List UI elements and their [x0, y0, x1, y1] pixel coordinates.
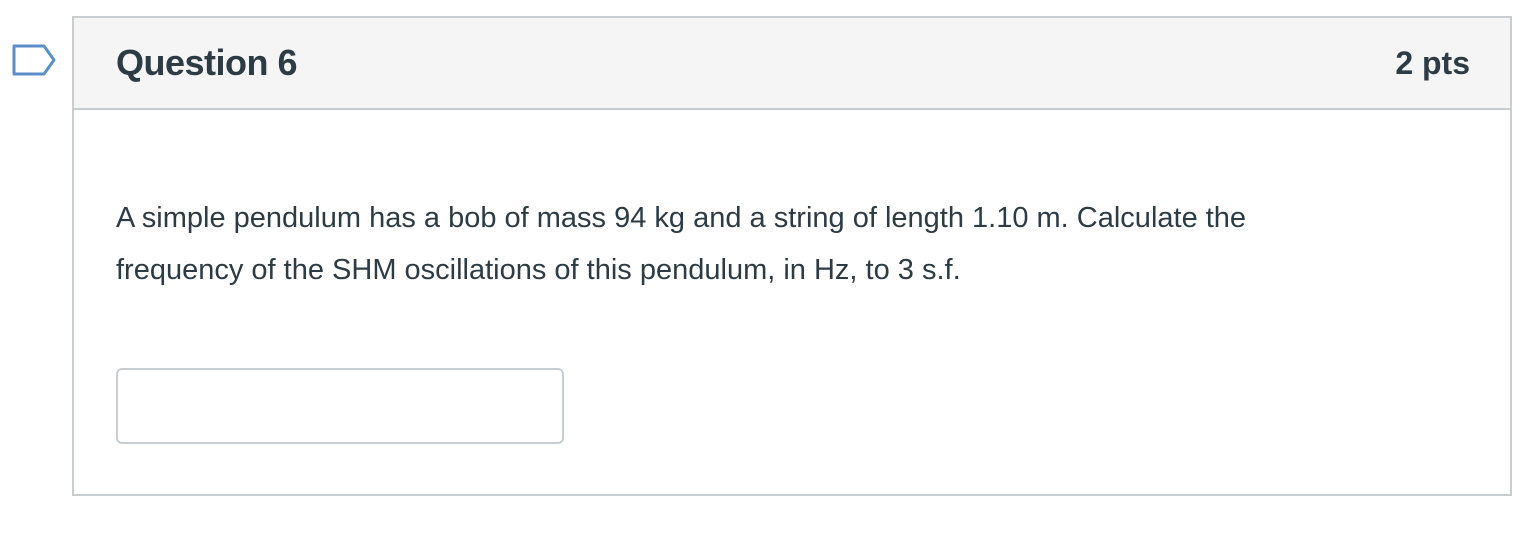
question-header: Question 6 2 pts	[74, 18, 1510, 110]
question-points: 2 pts	[1395, 44, 1470, 81]
question-title: Question 6	[116, 42, 298, 83]
question-text: A simple pendulum has a bob of mass 94 k…	[116, 202, 1247, 286]
question-card: Question 6 2 pts A simple pendulum has a…	[72, 16, 1512, 496]
answer-input[interactable]	[116, 368, 564, 444]
flag-icon	[12, 44, 56, 76]
flag-question-icon[interactable]	[12, 44, 56, 76]
question-body: A simple pendulum has a bob of mass 94 k…	[74, 110, 1510, 444]
